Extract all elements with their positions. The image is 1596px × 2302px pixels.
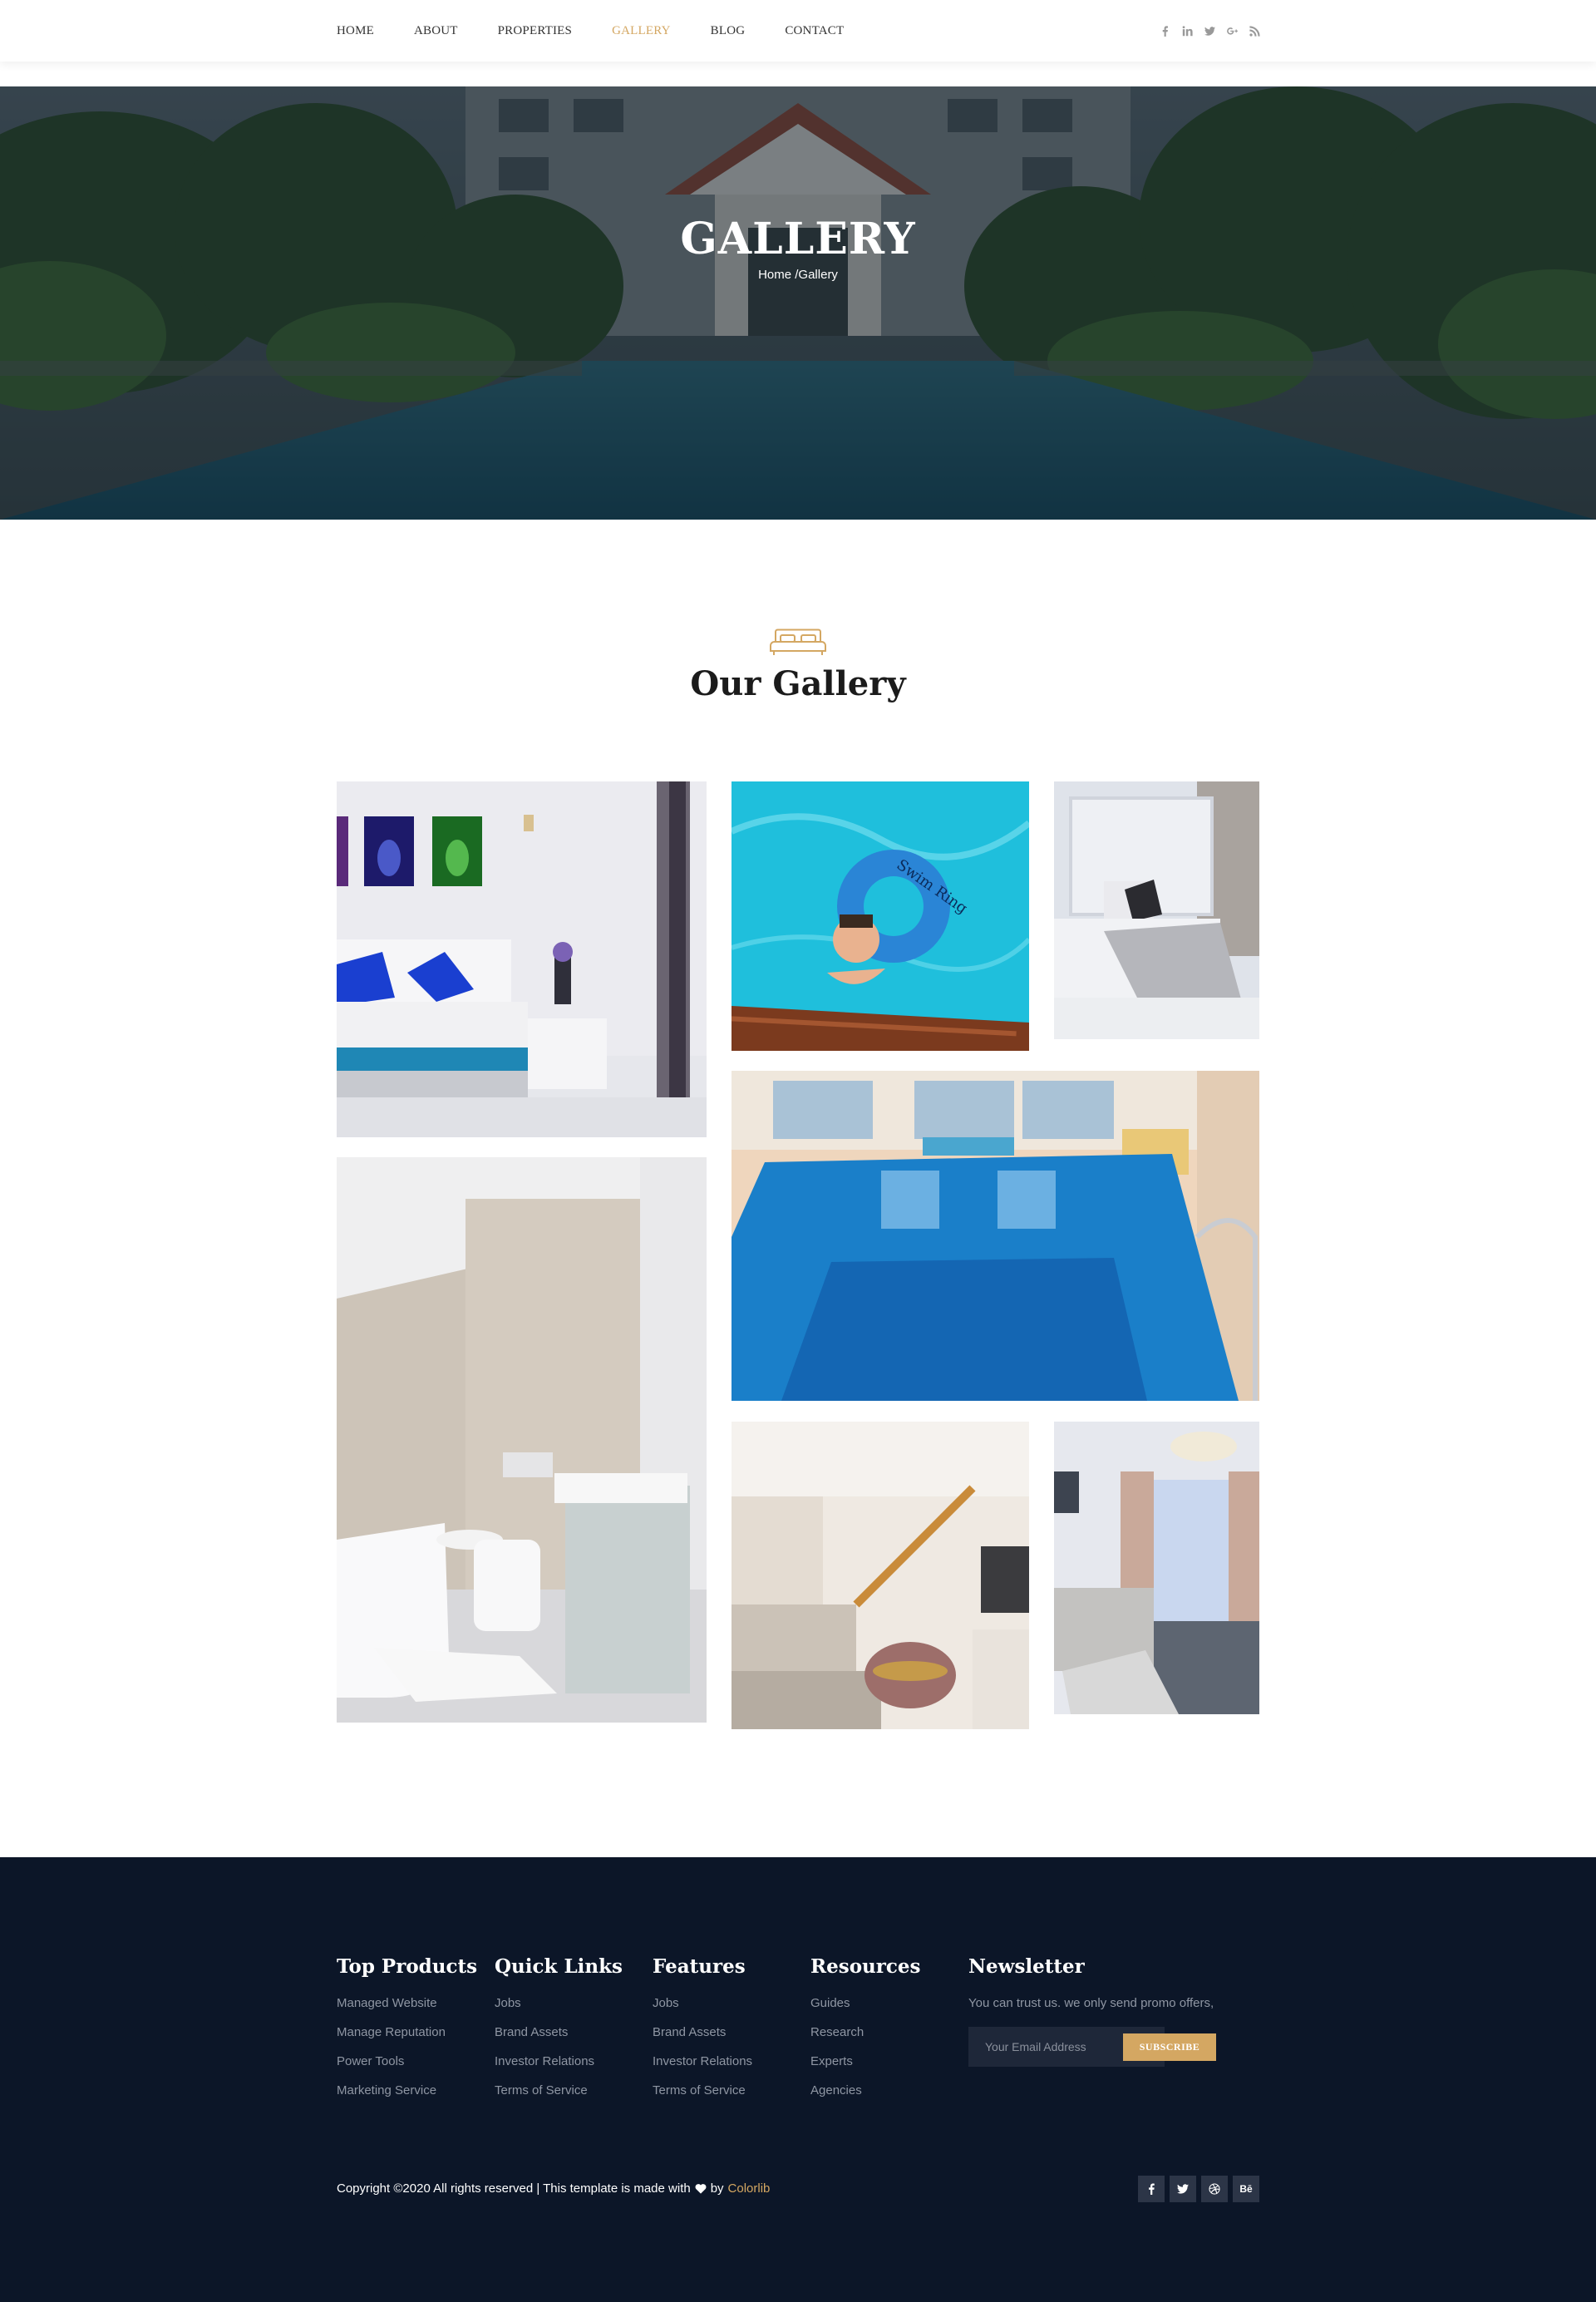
copyright: Copyright ©2020 All rights reserved | Th… bbox=[337, 2181, 770, 2196]
footer-col-top-products: Top Products Managed Website Manage Repu… bbox=[337, 1955, 477, 2112]
footer-link[interactable]: Jobs bbox=[495, 1996, 623, 2010]
footer-link[interactable]: Brand Assets bbox=[653, 2025, 752, 2039]
hero-overlay bbox=[0, 86, 1596, 520]
linkedin-icon[interactable] bbox=[1181, 25, 1193, 37]
newsletter-form: SUBSCRIBE bbox=[968, 2027, 1216, 2067]
gallery-image-living-stairs[interactable] bbox=[732, 1422, 1029, 1729]
gallery-image-bedroom[interactable] bbox=[337, 781, 707, 1137]
footer-link[interactable]: Investor Relations bbox=[495, 2054, 623, 2068]
footer-col-quick-links: Quick Links Jobs Brand Assets Investor R… bbox=[495, 1955, 623, 2112]
footer-link[interactable]: Agencies bbox=[810, 2083, 920, 2097]
nav-about[interactable]: ABOUT bbox=[414, 24, 458, 38]
footer-newsletter: Newsletter You can trust us. we only sen… bbox=[968, 1955, 1243, 2072]
page-title: GALLERY bbox=[680, 214, 916, 264]
footer-link[interactable]: Guides bbox=[810, 1996, 920, 2010]
colorlib-link[interactable]: Colorlib bbox=[728, 2181, 771, 2196]
header-social-links bbox=[1159, 0, 1260, 62]
gallery-image-swim-ring[interactable]: Swim Ring bbox=[732, 781, 1029, 1051]
gallery-image-bathroom[interactable] bbox=[337, 1157, 707, 1723]
nav-home[interactable]: HOME bbox=[337, 24, 374, 38]
footer-link[interactable]: Brand Assets bbox=[495, 2025, 623, 2039]
hero-banner bbox=[0, 86, 1596, 520]
footer-link[interactable]: Investor Relations bbox=[653, 2054, 752, 2068]
footer-link[interactable]: Managed Website bbox=[337, 1996, 477, 2010]
dribbble-icon[interactable] bbox=[1201, 2176, 1228, 2202]
nav-blog[interactable]: BLOG bbox=[711, 24, 746, 38]
facebook-icon[interactable] bbox=[1159, 25, 1170, 37]
footer-link[interactable]: Research bbox=[810, 2025, 920, 2039]
gallery-image-living-chandelier[interactable] bbox=[1054, 1422, 1259, 1714]
heart-icon bbox=[695, 2184, 707, 2194]
footer-link[interactable]: Jobs bbox=[653, 1996, 752, 2010]
footer-link[interactable]: Experts bbox=[810, 2054, 920, 2068]
copyright-by: by bbox=[710, 2181, 724, 2196]
main-nav: HOME ABOUT PROPERTIES GALLERY BLOG CONTA… bbox=[337, 0, 884, 62]
subscribe-button[interactable]: SUBSCRIBE bbox=[1123, 2033, 1216, 2061]
footer-link[interactable]: Marketing Service bbox=[337, 2083, 477, 2097]
google-plus-icon[interactable] bbox=[1226, 25, 1238, 37]
footer-col-title: Resources bbox=[810, 1955, 921, 1978]
nav-gallery[interactable]: GALLERY bbox=[612, 24, 671, 38]
facebook-icon[interactable] bbox=[1138, 2176, 1165, 2202]
email-field[interactable] bbox=[968, 2027, 1123, 2067]
footer-col-title: Features bbox=[653, 1955, 746, 1978]
footer-link[interactable]: Terms of Service bbox=[653, 2083, 752, 2097]
breadcrumb: Home /Gallery bbox=[0, 268, 1596, 282]
breadcrumb-home[interactable]: Home bbox=[758, 268, 791, 282]
bed-icon bbox=[770, 628, 826, 655]
rss-icon[interactable] bbox=[1249, 25, 1260, 37]
behance-icon[interactable]: Bē bbox=[1233, 2176, 1259, 2202]
breadcrumb-current: Gallery bbox=[798, 268, 838, 282]
twitter-icon[interactable] bbox=[1170, 2176, 1196, 2202]
gallery-title: Our Gallery bbox=[690, 664, 906, 703]
footer-link[interactable]: Power Tools bbox=[337, 2054, 477, 2068]
footer-link[interactable]: Manage Reputation bbox=[337, 2025, 477, 2039]
nav-contact[interactable]: CONTACT bbox=[785, 24, 844, 38]
top-navbar: HOME ABOUT PROPERTIES GALLERY BLOG CONTA… bbox=[0, 0, 1596, 62]
footer-col-title: Quick Links bbox=[495, 1955, 623, 1978]
gallery-image-indoor-pool[interactable] bbox=[732, 1071, 1259, 1401]
newsletter-text: You can trust us. we only send promo off… bbox=[968, 1996, 1214, 2010]
behance-label: Bē bbox=[1239, 2183, 1253, 2195]
footer-link[interactable]: Terms of Service bbox=[495, 2083, 623, 2097]
site-footer: Top Products Managed Website Manage Repu… bbox=[0, 1857, 1596, 2302]
nav-properties[interactable]: PROPERTIES bbox=[498, 24, 572, 38]
twitter-icon[interactable] bbox=[1204, 25, 1215, 37]
footer-col-features: Features Jobs Brand Assets Investor Rela… bbox=[653, 1955, 752, 2112]
footer-col-resources: Resources Guides Research Experts Agenci… bbox=[810, 1955, 920, 2112]
footer-social-links: Bē bbox=[1138, 2176, 1259, 2202]
gallery-image-white-bedroom[interactable] bbox=[1054, 781, 1259, 1039]
copyright-text: Copyright ©2020 All rights reserved | Th… bbox=[337, 2181, 691, 2196]
newsletter-title: Newsletter bbox=[968, 1955, 1085, 1978]
footer-col-title: Top Products bbox=[337, 1955, 478, 1978]
